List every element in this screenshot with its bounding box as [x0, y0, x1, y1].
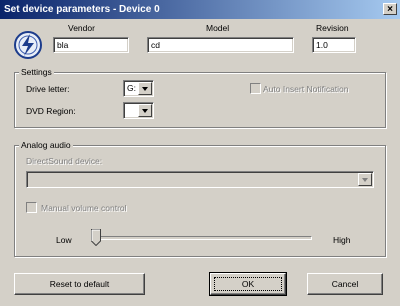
directsound-dropdown[interactable] — [26, 171, 374, 188]
revision-field[interactable]: 1.0 — [312, 37, 356, 53]
settings-group-label: Settings — [19, 67, 54, 77]
slider-high-label: High — [333, 235, 351, 245]
window-title: Set device parameters - Device 0 — [4, 4, 160, 15]
lightning-disc-icon — [13, 30, 43, 60]
ok-button[interactable]: OK — [209, 272, 287, 296]
analog-audio-group-label: Analog audio — [19, 140, 73, 150]
model-field[interactable]: cd — [147, 37, 294, 53]
drive-letter-dropdown[interactable]: G: — [123, 80, 154, 97]
settings-group — [14, 72, 386, 128]
dvd-region-label: DVD Region: — [26, 106, 76, 116]
vendor-label: Vendor — [68, 23, 95, 33]
cancel-button[interactable]: Cancel — [307, 273, 383, 295]
drive-letter-value: G: — [127, 83, 136, 93]
chevron-down-icon — [142, 109, 148, 113]
dvd-region-dropdown[interactable] — [123, 102, 154, 119]
drive-letter-dropdown-button[interactable] — [138, 82, 152, 95]
volume-slider-track[interactable] — [94, 236, 312, 240]
drive-letter-label: Drive letter: — [26, 84, 70, 94]
auto-insert-checkbox[interactable] — [250, 83, 261, 94]
directsound-dropdown-button[interactable] — [358, 173, 372, 186]
focus-rect — [214, 277, 282, 291]
auto-insert-label: Auto Insert Notification — [263, 84, 349, 94]
reset-to-default-button[interactable]: Reset to default — [14, 273, 145, 295]
dvd-region-dropdown-button[interactable] — [138, 104, 152, 117]
close-button[interactable]: × — [383, 3, 397, 15]
vendor-field[interactable]: bla — [53, 37, 129, 53]
chevron-down-icon — [362, 178, 368, 182]
model-label: Model — [206, 23, 230, 33]
manual-volume-checkbox[interactable] — [26, 202, 37, 213]
slider-low-label: Low — [56, 235, 72, 245]
manual-volume-label: Manual volume control — [41, 203, 127, 213]
title-bar: Set device parameters - Device 0 × — [0, 0, 400, 19]
chevron-down-icon — [142, 87, 148, 91]
directsound-label: DirectSound device: — [26, 156, 103, 166]
volume-slider-thumb[interactable] — [91, 229, 101, 247]
revision-label: Revision — [316, 23, 349, 33]
